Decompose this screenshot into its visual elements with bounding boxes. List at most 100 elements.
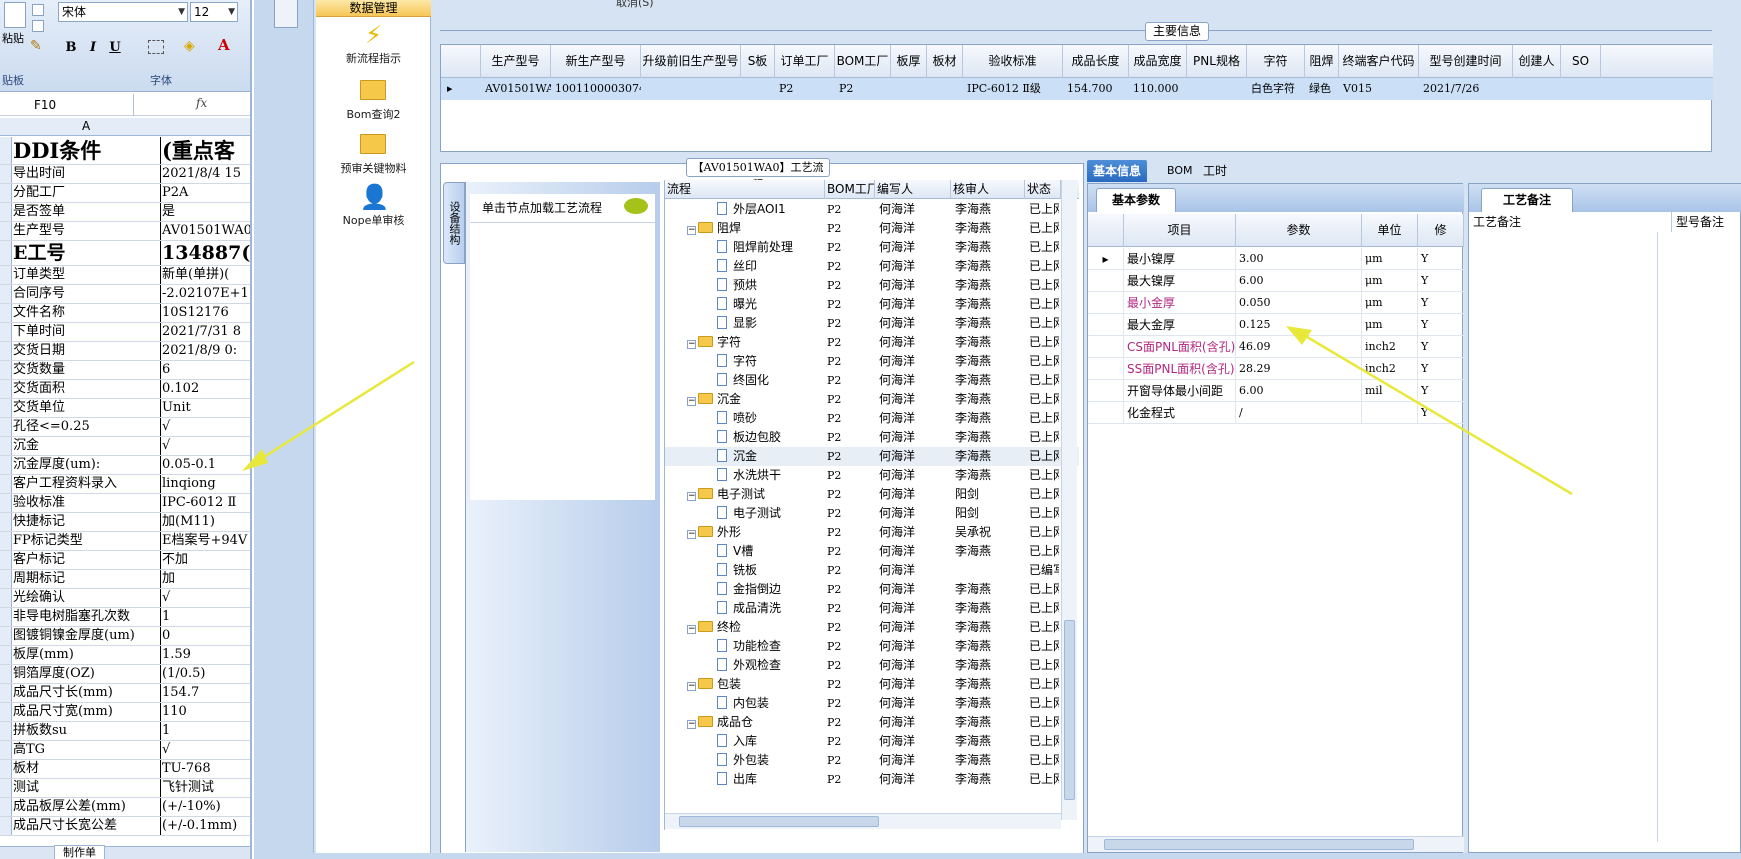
cell-a[interactable]: 板厚(mm) bbox=[13, 646, 161, 664]
row-number[interactable] bbox=[0, 551, 12, 569]
cell-b[interactable]: 1 bbox=[162, 722, 250, 740]
cell-b[interactable]: (重点客 bbox=[162, 137, 250, 164]
param-value[interactable]: 0.125 bbox=[1236, 314, 1362, 336]
cell-b[interactable]: 1.59 bbox=[162, 646, 250, 664]
cell-a[interactable]: 测试 bbox=[13, 779, 161, 797]
main-cell[interactable] bbox=[1565, 78, 1601, 100]
main-col-header[interactable]: 板厚 bbox=[891, 45, 927, 78]
param-row[interactable]: ▸ 最小镍厚 3.00 μm Y bbox=[1088, 248, 1464, 270]
tool-precheck-material[interactable]: 预审关键物料 bbox=[316, 132, 431, 176]
main-col-header[interactable]: 成品宽度 bbox=[1129, 45, 1187, 78]
row-number[interactable] bbox=[0, 342, 12, 360]
italic-button[interactable]: I bbox=[84, 38, 102, 58]
tree-row[interactable]: 内包装 P2 何海洋 李海燕 已上网 bbox=[665, 694, 1079, 713]
underline-button[interactable]: U bbox=[106, 38, 124, 58]
row-number[interactable] bbox=[0, 304, 12, 322]
param-horizontal-scrollbar[interactable] bbox=[1088, 836, 1464, 852]
cell-b[interactable]: √ bbox=[162, 418, 250, 436]
cell-b[interactable]: 2021/8/4 15 bbox=[162, 165, 250, 183]
cell-b[interactable]: 新单(单拼)( bbox=[162, 266, 250, 284]
main-cell[interactable]: 154.700 bbox=[1067, 78, 1129, 100]
cell-a[interactable]: 周期标记 bbox=[13, 570, 161, 588]
main-grid-row[interactable]: ▸ AV01501WA010011000030743 P2P2 IPC-6012 Ⅱ级… bbox=[441, 78, 1713, 100]
cell-b[interactable]: 飞针测试 bbox=[162, 779, 250, 797]
main-col-header[interactable]: 字符 bbox=[1247, 45, 1305, 78]
tree-row[interactable]: 水洗烘干 P2 何海洋 李海燕 已上网 bbox=[665, 466, 1079, 485]
tree-row[interactable]: − 包装 P2 何海洋 李海燕 已上网 bbox=[665, 675, 1079, 694]
cell-a[interactable]: 客户标记 bbox=[13, 551, 161, 569]
main-cell[interactable]: V015 bbox=[1343, 78, 1419, 100]
cell-a[interactable]: 图镀铜镍金厚度(um) bbox=[13, 627, 161, 645]
main-cell[interactable]: 2021/7/26 bbox=[1423, 78, 1513, 100]
cell-a[interactable]: E工号 bbox=[13, 241, 161, 265]
tree-horizontal-scrollbar[interactable] bbox=[665, 813, 1061, 829]
row-number[interactable] bbox=[0, 323, 12, 341]
tree-row[interactable]: 外观检查 P2 何海洋 李海燕 已上网 bbox=[665, 656, 1079, 675]
border-icon[interactable] bbox=[148, 40, 164, 54]
param-value[interactable]: 3.00 bbox=[1236, 248, 1362, 270]
cell-a[interactable]: 交货单位 bbox=[13, 399, 161, 417]
cell-b[interactable]: Unit bbox=[162, 399, 250, 417]
cell-b[interactable]: AV01501WA0( bbox=[162, 222, 250, 240]
row-number[interactable] bbox=[0, 494, 12, 512]
font-name-select[interactable]: 宋体 ▼ bbox=[58, 2, 188, 22]
cell-b[interactable]: TU-768 bbox=[162, 760, 250, 778]
tree-row[interactable]: − 沉金 P2 何海洋 李海燕 已上网 bbox=[665, 390, 1079, 409]
tree-row[interactable]: 喷砂 P2 何海洋 李海燕 已上网 bbox=[665, 409, 1079, 428]
cell-b[interactable]: 6 bbox=[162, 361, 250, 379]
collapse-icon[interactable]: − bbox=[687, 492, 696, 501]
param-row[interactable]: 最大金厚 0.125 μm Y bbox=[1088, 314, 1464, 336]
cell-b[interactable]: 154.7 bbox=[162, 684, 250, 702]
collapse-icon[interactable]: − bbox=[687, 530, 696, 539]
cell-b[interactable]: linqiong bbox=[162, 475, 250, 493]
tree-row[interactable]: 终固化 P2 何海洋 李海燕 已上网 bbox=[665, 371, 1079, 390]
row-number[interactable] bbox=[0, 184, 12, 202]
main-cell[interactable]: IPC-6012 Ⅱ级 bbox=[967, 78, 1063, 100]
param-value[interactable]: 6.00 bbox=[1236, 380, 1362, 402]
row-number[interactable] bbox=[0, 722, 12, 740]
cell-a[interactable]: 板材 bbox=[13, 760, 161, 778]
sheet-tab[interactable]: 制作单 bbox=[54, 845, 105, 859]
cell-b[interactable]: √ bbox=[162, 437, 250, 455]
main-col-header[interactable]: 成品长度 bbox=[1063, 45, 1129, 78]
row-number[interactable] bbox=[0, 137, 12, 164]
row-number[interactable] bbox=[0, 760, 12, 778]
row-number[interactable] bbox=[0, 266, 12, 284]
cell-a[interactable]: 文件名称 bbox=[13, 304, 161, 322]
tree-row[interactable]: 出库 P2 何海洋 李海燕 已上网 bbox=[665, 770, 1079, 789]
tree-col-header[interactable]: BOM工厂 bbox=[825, 180, 875, 199]
cell-a[interactable]: 生产型号 bbox=[13, 222, 161, 240]
cell-b[interactable]: (+/-0.1mm) bbox=[162, 817, 250, 835]
speech-bubble-icon[interactable] bbox=[624, 198, 648, 214]
paste-icon[interactable] bbox=[4, 2, 26, 28]
cell-b[interactable]: 110 bbox=[162, 703, 250, 721]
cell-a[interactable]: 客户工程资料录入 bbox=[13, 475, 161, 493]
tree-row[interactable]: 曝光 P2 何海洋 李海燕 已上网 bbox=[665, 295, 1079, 314]
param-col-header[interactable]: 参数 bbox=[1236, 214, 1362, 247]
tree-col-header[interactable]: 状态 bbox=[1025, 180, 1061, 199]
row-number[interactable] bbox=[0, 222, 12, 240]
row-number[interactable] bbox=[0, 589, 12, 607]
tool-bom-query[interactable]: Bom查询2 bbox=[316, 78, 431, 122]
fill-color-icon[interactable]: ◈ bbox=[184, 38, 195, 54]
row-number[interactable] bbox=[0, 203, 12, 221]
row-number[interactable] bbox=[0, 665, 12, 683]
row-number[interactable] bbox=[0, 437, 12, 455]
cell-a[interactable]: 快捷标记 bbox=[13, 513, 161, 531]
fx-icon[interactable]: fx bbox=[196, 96, 207, 110]
cell-b[interactable]: -2.02107E+1 bbox=[162, 285, 250, 303]
row-number[interactable] bbox=[0, 817, 12, 835]
row-number[interactable] bbox=[0, 684, 12, 702]
tab-bom[interactable]: BOM bbox=[1161, 160, 1199, 182]
main-col-header[interactable]: 阻焊 bbox=[1305, 45, 1339, 78]
main-col-header[interactable]: SO bbox=[1561, 45, 1601, 78]
cell-a[interactable]: 分配工厂 bbox=[13, 184, 161, 202]
main-col-header[interactable]: S板 bbox=[741, 45, 775, 78]
cell-a[interactable]: 沉金 bbox=[13, 437, 161, 455]
tree-row[interactable]: V槽 P2 何海洋 李海燕 已上网 bbox=[665, 542, 1079, 561]
tree-row[interactable]: 入库 P2 何海洋 李海燕 已上网 bbox=[665, 732, 1079, 751]
main-col-header[interactable]: BOM工厂 bbox=[835, 45, 891, 78]
cell-b[interactable]: 0.102 bbox=[162, 380, 250, 398]
main-cell[interactable]: 白色字符 bbox=[1251, 78, 1305, 100]
cell-b[interactable]: 1 bbox=[162, 608, 250, 626]
